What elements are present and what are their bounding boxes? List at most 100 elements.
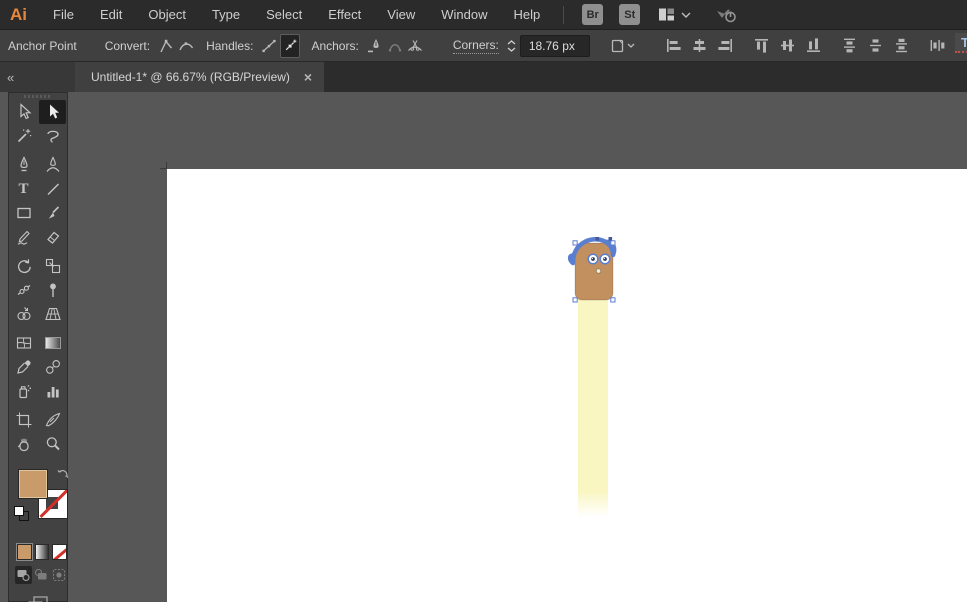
color-button[interactable] bbox=[16, 543, 33, 561]
artboard-tool-icon bbox=[16, 412, 31, 428]
line-segment-tool[interactable] bbox=[39, 177, 66, 201]
shaper-tool[interactable] bbox=[10, 225, 37, 249]
artboard-corner-mark bbox=[166, 162, 167, 169]
puppet-warp-tool[interactable] bbox=[39, 278, 66, 302]
connect-anchors-icon bbox=[388, 43, 401, 51]
tab-close-icon[interactable]: × bbox=[304, 70, 312, 84]
align-horizontal-group bbox=[661, 34, 739, 58]
mesh-tool[interactable] bbox=[10, 331, 37, 355]
menu-file[interactable]: File bbox=[40, 7, 87, 22]
anchors-label: Anchors: bbox=[311, 38, 359, 53]
corners-stepper[interactable] bbox=[507, 39, 516, 52]
menu-help[interactable]: Help bbox=[500, 7, 553, 22]
panel-grip[interactable] bbox=[9, 93, 67, 100]
align-vertical-group bbox=[749, 34, 827, 58]
menu-edit[interactable]: Edit bbox=[87, 7, 135, 22]
draw-normal-button[interactable] bbox=[15, 566, 32, 584]
change-screen-mode-button[interactable] bbox=[9, 594, 67, 602]
type-tool-icon: T bbox=[18, 180, 29, 197]
slice-tool-icon bbox=[45, 412, 60, 427]
paintbrush-tool[interactable] bbox=[39, 201, 66, 225]
rectangle-tool[interactable] bbox=[10, 201, 37, 225]
corners-value-field[interactable]: 18.76 px bbox=[519, 34, 590, 57]
align-center-horizontal-icon bbox=[693, 39, 706, 52]
character-panel-icon-partial[interactable]: T bbox=[955, 33, 967, 59]
selection-tool[interactable] bbox=[10, 100, 37, 124]
direct-selection-tool[interactable] bbox=[39, 100, 66, 124]
connect-anchors-button[interactable] bbox=[386, 34, 404, 58]
artwork-body-rect[interactable] bbox=[578, 299, 608, 517]
hand-tool[interactable] bbox=[10, 432, 37, 456]
rotate-tool[interactable] bbox=[10, 254, 37, 278]
touch-power-icon[interactable] bbox=[715, 5, 739, 25]
hide-handles-icon bbox=[286, 39, 297, 50]
align-left-button[interactable] bbox=[662, 34, 686, 58]
pen-tool-icon bbox=[19, 156, 28, 172]
fill-swatch[interactable] bbox=[18, 469, 48, 499]
slice-tool[interactable] bbox=[39, 408, 66, 432]
show-handles-button[interactable] bbox=[260, 34, 278, 58]
align-right-button[interactable] bbox=[714, 34, 738, 58]
distribute-middle-button[interactable] bbox=[864, 34, 888, 58]
scale-tool[interactable] bbox=[39, 254, 66, 278]
fill-stroke-controls bbox=[9, 466, 69, 528]
eraser-tool[interactable] bbox=[39, 225, 66, 249]
align-top-button[interactable] bbox=[750, 34, 774, 58]
rotate-tool-icon bbox=[17, 259, 31, 273]
remove-anchor-button[interactable] bbox=[366, 34, 384, 58]
artwork-character-head[interactable] bbox=[560, 232, 630, 322]
document-tab[interactable]: Untitled-1* @ 66.67% (RGB/Preview) × bbox=[75, 62, 325, 92]
distribute-bottom-button[interactable] bbox=[890, 34, 914, 58]
swap-fill-stroke-icon[interactable] bbox=[57, 468, 69, 480]
gradient-tool[interactable] bbox=[39, 331, 66, 355]
collapse-panel-button[interactable]: « bbox=[7, 70, 14, 85]
menu-view[interactable]: View bbox=[374, 7, 428, 22]
width-tool[interactable] bbox=[10, 278, 37, 302]
lasso-tool[interactable] bbox=[39, 124, 66, 148]
distribute-vertical-group bbox=[837, 34, 915, 58]
align-middle-vertical-button[interactable] bbox=[776, 34, 800, 58]
corners-label[interactable]: Corners: bbox=[452, 38, 499, 54]
menu-effect[interactable]: Effect bbox=[315, 7, 374, 22]
menu-object[interactable]: Object bbox=[135, 7, 199, 22]
distribute-top-button[interactable] bbox=[838, 34, 862, 58]
distribute-left-button[interactable] bbox=[926, 34, 950, 58]
distribute-left-icon bbox=[930, 40, 945, 51]
menu-type[interactable]: Type bbox=[199, 7, 253, 22]
shape-builder-tool[interactable] bbox=[10, 302, 37, 326]
column-graph-tool[interactable] bbox=[39, 379, 66, 403]
distribute-bottom-icon bbox=[896, 38, 908, 53]
workspace-switcher-button[interactable] bbox=[658, 6, 691, 23]
curvature-tool[interactable] bbox=[39, 153, 66, 177]
stock-button[interactable]: St bbox=[619, 4, 641, 25]
default-fill-stroke-icon[interactable] bbox=[14, 506, 29, 521]
hide-handles-button[interactable] bbox=[280, 33, 301, 58]
draw-inside-button[interactable] bbox=[50, 566, 67, 584]
magic-wand-tool[interactable] bbox=[10, 124, 37, 148]
draw-behind-button[interactable] bbox=[33, 566, 50, 584]
none-button[interactable] bbox=[52, 544, 68, 560]
eyedropper-tool-icon bbox=[16, 360, 31, 374]
convert-to-corner-button[interactable] bbox=[157, 34, 175, 58]
cut-path-button[interactable] bbox=[406, 34, 424, 58]
gradient-button[interactable] bbox=[34, 544, 50, 560]
zoom-tool[interactable] bbox=[39, 432, 66, 456]
symbol-sprayer-tool[interactable] bbox=[10, 379, 37, 403]
type-tool[interactable]: T bbox=[10, 177, 37, 201]
artboard-options-button[interactable] bbox=[609, 34, 637, 58]
menubar-separator bbox=[563, 5, 565, 24]
align-center-horizontal-button[interactable] bbox=[688, 34, 712, 58]
menu-window[interactable]: Window bbox=[428, 7, 500, 22]
canvas[interactable] bbox=[0, 92, 967, 602]
blend-tool[interactable] bbox=[39, 355, 66, 379]
align-bottom-button[interactable] bbox=[802, 34, 826, 58]
bridge-button[interactable]: Br bbox=[582, 4, 604, 25]
align-top-icon bbox=[755, 39, 769, 53]
mesh-tool-icon bbox=[16, 337, 31, 349]
convert-to-smooth-button[interactable] bbox=[177, 34, 195, 58]
perspective-grid-tool[interactable] bbox=[39, 302, 66, 326]
artboard-tool[interactable] bbox=[10, 408, 37, 432]
eyedropper-tool[interactable] bbox=[10, 355, 37, 379]
menu-select[interactable]: Select bbox=[253, 7, 315, 22]
pen-tool[interactable] bbox=[10, 153, 37, 177]
